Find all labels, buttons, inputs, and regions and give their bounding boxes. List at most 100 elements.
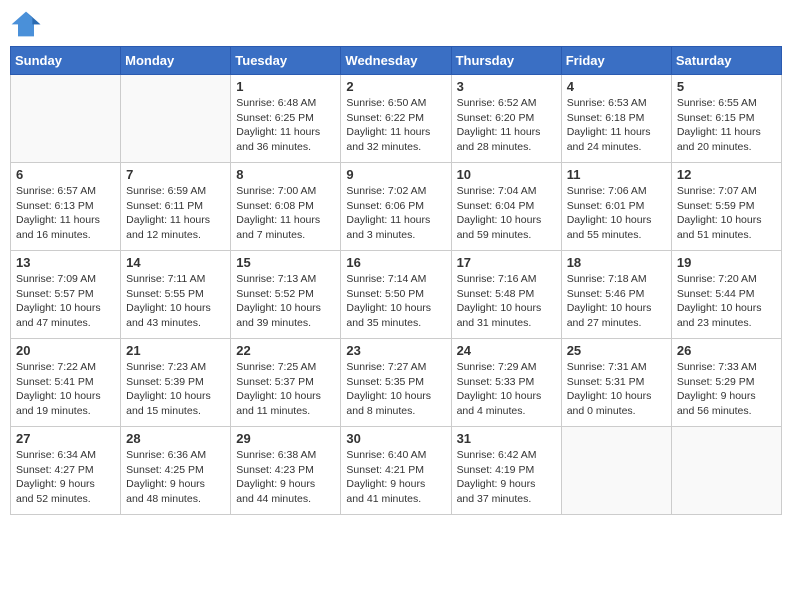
day-info: Sunrise: 6:53 AM Sunset: 6:18 PM Dayligh… — [567, 96, 666, 155]
calendar-cell: 28 Sunrise: 6:36 AM Sunset: 4:25 PM Dayli… — [121, 427, 231, 515]
day-info: Sunrise: 7:07 AM Sunset: 5:59 PM Dayligh… — [677, 184, 776, 243]
header — [10, 10, 782, 38]
calendar-cell: 9 Sunrise: 7:02 AM Sunset: 6:06 PM Daylig… — [341, 163, 451, 251]
weekday-header-monday: Monday — [121, 47, 231, 75]
day-number: 19 — [677, 255, 776, 270]
calendar-cell: 22Sunrise: 7:25 AM Sunset: 5:37 PM Dayli… — [231, 339, 341, 427]
day-info: Sunrise: 7:14 AM Sunset: 5:50 PM Dayligh… — [346, 272, 445, 331]
day-info: Sunrise: 7:22 AM Sunset: 5:41 PM Dayligh… — [16, 360, 115, 419]
calendar-cell: 30 Sunrise: 6:40 AM Sunset: 4:21 PM Dayli… — [341, 427, 451, 515]
calendar-cell — [11, 75, 121, 163]
day-info: Sunrise: 6:36 AM Sunset: 4:25 PM Dayligh… — [126, 448, 225, 507]
calendar-cell: 18 Sunrise: 7:18 AM Sunset: 5:46 PM Dayli… — [561, 251, 671, 339]
day-info: Sunrise: 7:13 AM Sunset: 5:52 PM Dayligh… — [236, 272, 335, 331]
calendar-cell: 8Sunrise: 7:00 AM Sunset: 6:08 PM Daylig… — [231, 163, 341, 251]
day-number: 17 — [457, 255, 556, 270]
calendar-cell: 24 Sunrise: 7:29 AM Sunset: 5:33 PM Dayli… — [451, 339, 561, 427]
calendar-cell — [561, 427, 671, 515]
calendar-cell: 26 Sunrise: 7:33 AM Sunset: 5:29 PM Dayli… — [671, 339, 781, 427]
day-number: 12 — [677, 167, 776, 182]
day-number: 26 — [677, 343, 776, 358]
day-info: Sunrise: 6:59 AM Sunset: 6:11 PM Dayligh… — [126, 184, 225, 243]
weekday-header-thursday: Thursday — [451, 47, 561, 75]
weekday-header-tuesday: Tuesday — [231, 47, 341, 75]
day-number: 27 — [16, 431, 115, 446]
calendar-week-3: 13Sunrise: 7:09 AM Sunset: 5:57 PM Dayli… — [11, 251, 782, 339]
day-number: 10 — [457, 167, 556, 182]
weekday-header-wednesday: Wednesday — [341, 47, 451, 75]
day-info: Sunrise: 6:57 AM Sunset: 6:13 PM Dayligh… — [16, 184, 115, 243]
day-number: 15 — [236, 255, 335, 270]
calendar-cell — [671, 427, 781, 515]
calendar-cell: 11 Sunrise: 7:06 AM Sunset: 6:01 PM Dayli… — [561, 163, 671, 251]
calendar-cell: 27 Sunrise: 6:34 AM Sunset: 4:27 PM Dayli… — [11, 427, 121, 515]
weekday-header-row: SundayMondayTuesdayWednesdayThursdayFrid… — [11, 47, 782, 75]
day-info: Sunrise: 6:34 AM Sunset: 4:27 PM Dayligh… — [16, 448, 115, 507]
day-info: Sunrise: 7:00 AM Sunset: 6:08 PM Dayligh… — [236, 184, 335, 243]
day-info: Sunrise: 7:06 AM Sunset: 6:01 PM Dayligh… — [567, 184, 666, 243]
day-number: 30 — [346, 431, 445, 446]
calendar-cell: 20 Sunrise: 7:22 AM Sunset: 5:41 PM Dayli… — [11, 339, 121, 427]
calendar-cell: 16 Sunrise: 7:14 AM Sunset: 5:50 PM Dayli… — [341, 251, 451, 339]
logo — [10, 10, 46, 38]
day-info: Sunrise: 6:55 AM Sunset: 6:15 PM Dayligh… — [677, 96, 776, 155]
day-info: Sunrise: 6:42 AM Sunset: 4:19 PM Dayligh… — [457, 448, 556, 507]
calendar-cell: 4 Sunrise: 6:53 AM Sunset: 6:18 PM Daylig… — [561, 75, 671, 163]
calendar-cell: 17 Sunrise: 7:16 AM Sunset: 5:48 PM Dayli… — [451, 251, 561, 339]
day-info: Sunrise: 7:02 AM Sunset: 6:06 PM Dayligh… — [346, 184, 445, 243]
calendar-cell: 25 Sunrise: 7:31 AM Sunset: 5:31 PM Dayli… — [561, 339, 671, 427]
day-info: Sunrise: 7:29 AM Sunset: 5:33 PM Dayligh… — [457, 360, 556, 419]
day-number: 21 — [126, 343, 225, 358]
day-number: 3 — [457, 79, 556, 94]
day-number: 18 — [567, 255, 666, 270]
day-number: 23 — [346, 343, 445, 358]
calendar-cell: 7 Sunrise: 6:59 AM Sunset: 6:11 PM Daylig… — [121, 163, 231, 251]
day-number: 4 — [567, 79, 666, 94]
day-info: Sunrise: 7:23 AM Sunset: 5:39 PM Dayligh… — [126, 360, 225, 419]
calendar-cell: 2Sunrise: 6:50 AM Sunset: 6:22 PM Daylig… — [341, 75, 451, 163]
day-info: Sunrise: 6:38 AM Sunset: 4:23 PM Dayligh… — [236, 448, 335, 507]
calendar-cell: 19 Sunrise: 7:20 AM Sunset: 5:44 PM Dayli… — [671, 251, 781, 339]
day-number: 13 — [16, 255, 115, 270]
day-number: 31 — [457, 431, 556, 446]
day-number: 14 — [126, 255, 225, 270]
day-number: 22 — [236, 343, 335, 358]
day-info: Sunrise: 7:27 AM Sunset: 5:35 PM Dayligh… — [346, 360, 445, 419]
calendar-cell: 13Sunrise: 7:09 AM Sunset: 5:57 PM Dayli… — [11, 251, 121, 339]
calendar-cell: 21 Sunrise: 7:23 AM Sunset: 5:39 PM Dayli… — [121, 339, 231, 427]
calendar-cell: 6Sunrise: 6:57 AM Sunset: 6:13 PM Daylig… — [11, 163, 121, 251]
day-info: Sunrise: 7:11 AM Sunset: 5:55 PM Dayligh… — [126, 272, 225, 331]
day-number: 9 — [346, 167, 445, 182]
day-number: 16 — [346, 255, 445, 270]
calendar-cell: 3Sunrise: 6:52 AM Sunset: 6:20 PM Daylig… — [451, 75, 561, 163]
day-number: 25 — [567, 343, 666, 358]
calendar-cell: 14 Sunrise: 7:11 AM Sunset: 5:55 PM Dayli… — [121, 251, 231, 339]
day-number: 11 — [567, 167, 666, 182]
day-number: 1 — [236, 79, 335, 94]
day-info: Sunrise: 7:20 AM Sunset: 5:44 PM Dayligh… — [677, 272, 776, 331]
calendar-week-2: 6Sunrise: 6:57 AM Sunset: 6:13 PM Daylig… — [11, 163, 782, 251]
calendar-cell: 10 Sunrise: 7:04 AM Sunset: 6:04 PM Dayli… — [451, 163, 561, 251]
day-info: Sunrise: 6:50 AM Sunset: 6:22 PM Dayligh… — [346, 96, 445, 155]
day-info: Sunrise: 6:40 AM Sunset: 4:21 PM Dayligh… — [346, 448, 445, 507]
calendar-cell: 29Sunrise: 6:38 AM Sunset: 4:23 PM Dayli… — [231, 427, 341, 515]
calendar-cell: 31 Sunrise: 6:42 AM Sunset: 4:19 PM Dayli… — [451, 427, 561, 515]
day-info: Sunrise: 7:04 AM Sunset: 6:04 PM Dayligh… — [457, 184, 556, 243]
calendar-cell: 15 Sunrise: 7:13 AM Sunset: 5:52 PM Dayli… — [231, 251, 341, 339]
weekday-header-saturday: Saturday — [671, 47, 781, 75]
day-info: Sunrise: 7:18 AM Sunset: 5:46 PM Dayligh… — [567, 272, 666, 331]
day-info: Sunrise: 7:33 AM Sunset: 5:29 PM Dayligh… — [677, 360, 776, 419]
day-info: Sunrise: 6:48 AM Sunset: 6:25 PM Dayligh… — [236, 96, 335, 155]
logo-icon — [10, 10, 42, 38]
weekday-header-friday: Friday — [561, 47, 671, 75]
weekday-header-sunday: Sunday — [11, 47, 121, 75]
day-number: 7 — [126, 167, 225, 182]
day-number: 24 — [457, 343, 556, 358]
day-info: Sunrise: 7:31 AM Sunset: 5:31 PM Dayligh… — [567, 360, 666, 419]
calendar-table: SundayMondayTuesdayWednesdayThursdayFrid… — [10, 46, 782, 515]
day-number: 5 — [677, 79, 776, 94]
day-number: 20 — [16, 343, 115, 358]
day-info: Sunrise: 7:16 AM Sunset: 5:48 PM Dayligh… — [457, 272, 556, 331]
calendar-cell — [121, 75, 231, 163]
day-number: 28 — [126, 431, 225, 446]
